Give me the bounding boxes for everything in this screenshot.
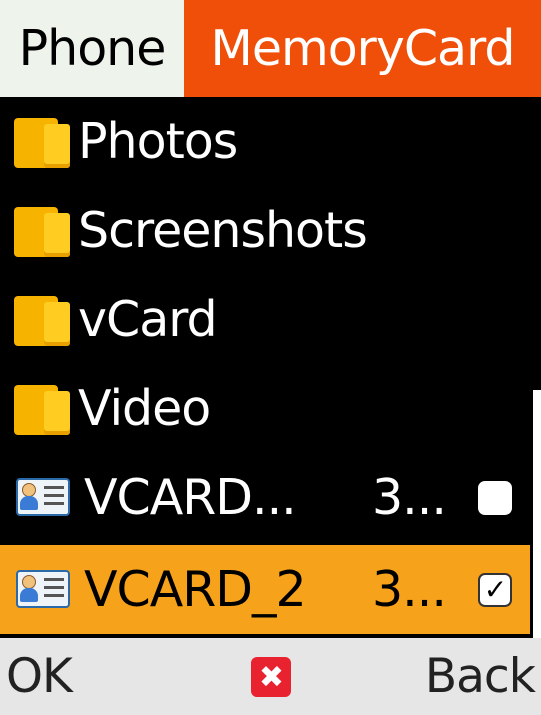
folder-icon <box>14 292 72 348</box>
file-checkbox[interactable] <box>478 480 512 515</box>
screen: Phone MemoryCard Photos Screenshots vCar… <box>0 0 541 715</box>
folder-name: Screenshots <box>78 202 367 259</box>
file-row-selected[interactable]: VCARD_2 3... ✓ <box>0 545 530 634</box>
folder-row-screenshots[interactable]: Screenshots <box>0 186 530 275</box>
folder-icon <box>14 203 72 259</box>
close-icon[interactable]: ✖ <box>251 657 291 697</box>
folder-icon <box>14 114 72 170</box>
file-checkbox-checked[interactable]: ✓ <box>478 572 512 607</box>
tab-phone[interactable]: Phone <box>0 0 184 97</box>
folder-name: vCard <box>78 291 217 348</box>
folder-row-video[interactable]: Video <box>0 364 530 453</box>
file-list: Photos Screenshots vCard Video VCARD... … <box>0 97 541 638</box>
folder-icon <box>14 381 72 437</box>
file-name: VCARD_2 <box>84 561 307 618</box>
softkey-back[interactable]: Back <box>425 649 536 704</box>
tab-bar: Phone MemoryCard <box>0 0 541 97</box>
file-size: 3... <box>372 469 447 526</box>
folder-name: Photos <box>78 113 238 170</box>
file-size: 3... <box>372 561 447 618</box>
folder-name: Video <box>78 380 211 437</box>
vcard-file-icon <box>14 569 72 610</box>
folder-row-vcard[interactable]: vCard <box>0 275 530 364</box>
vcard-file-icon <box>14 477 72 518</box>
file-row[interactable]: VCARD... 3... <box>0 453 530 542</box>
softkey-bar: OK ✖ Back <box>0 638 541 715</box>
scrollbar[interactable] <box>533 390 541 638</box>
folder-row-photos[interactable]: Photos <box>0 97 530 186</box>
file-name: VCARD... <box>84 469 297 526</box>
softkey-ok[interactable]: OK <box>6 649 73 704</box>
tab-memorycard[interactable]: MemoryCard <box>184 0 541 97</box>
